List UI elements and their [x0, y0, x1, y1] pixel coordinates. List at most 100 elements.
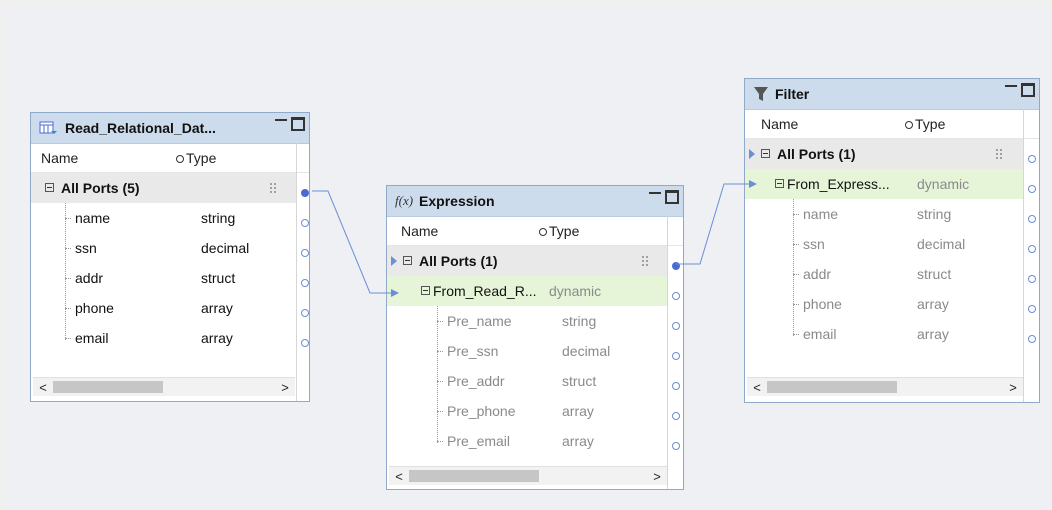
maximize-button[interactable]: [1021, 83, 1035, 97]
scroll-right-button[interactable]: >: [275, 380, 295, 395]
scroll-right-button[interactable]: >: [1003, 380, 1023, 395]
port-row[interactable]: phone array: [31, 293, 296, 323]
scroll-thumb[interactable]: [767, 381, 897, 393]
port-row[interactable]: ssn decimal: [31, 233, 296, 263]
port-name: Pre_addr: [447, 373, 505, 389]
minimize-button[interactable]: [649, 192, 661, 198]
port-row[interactable]: name string: [745, 199, 1023, 229]
port-dot[interactable]: [672, 382, 680, 390]
dynamic-port-row[interactable]: From_Express... dynamic: [745, 169, 1023, 199]
drag-handle-icon[interactable]: [641, 255, 649, 267]
port-dot[interactable]: [672, 352, 680, 360]
scroll-thumb[interactable]: [409, 470, 539, 482]
port-row[interactable]: Pre_email array: [387, 426, 667, 456]
all-ports-group[interactable]: All Ports (1): [387, 246, 667, 276]
horizontal-scrollbar[interactable]: < >: [747, 377, 1023, 396]
collapse-icon[interactable]: [761, 149, 770, 158]
function-icon: f(x): [395, 193, 414, 208]
port-row[interactable]: name string: [31, 203, 296, 233]
horizontal-scrollbar[interactable]: < >: [389, 466, 667, 485]
port-type: struct: [201, 270, 236, 286]
read-node-titlebar[interactable]: Read_Relational_Dat...: [31, 113, 309, 144]
drag-handle-icon[interactable]: [995, 148, 1003, 160]
port-dot[interactable]: [301, 249, 309, 257]
port-type: dynamic: [549, 283, 602, 299]
port-type: array: [201, 300, 233, 316]
port-name: addr: [803, 266, 832, 282]
filter-node[interactable]: Filter Name Type All Ports (1) From_Expr…: [744, 78, 1040, 403]
dynamic-port-row[interactable]: From_Read_R... dynamic: [387, 276, 667, 306]
port-row[interactable]: Pre_addr struct: [387, 366, 667, 396]
group-output-port[interactable]: [672, 262, 680, 270]
port-type: array: [917, 296, 949, 312]
port-row[interactable]: Pre_ssn decimal: [387, 336, 667, 366]
port-dot[interactable]: [1028, 245, 1036, 253]
port-dot[interactable]: [301, 219, 309, 227]
table-read-icon: [39, 120, 59, 136]
port-dot[interactable]: [672, 292, 680, 300]
port-row[interactable]: email array: [31, 323, 296, 353]
group-label: All Ports (5): [61, 180, 140, 196]
header-name[interactable]: Name: [401, 223, 438, 239]
header-type[interactable]: Type: [549, 223, 579, 239]
port-row[interactable]: phone array: [745, 289, 1023, 319]
sort-indicator-icon: [539, 228, 547, 236]
scroll-left-button[interactable]: <: [33, 380, 53, 395]
port-row[interactable]: email array: [745, 319, 1023, 349]
port-dot[interactable]: [1028, 275, 1036, 283]
expression-node-titlebar[interactable]: f(x) Expression: [387, 186, 683, 217]
maximize-button[interactable]: [291, 117, 305, 131]
scroll-right-button[interactable]: >: [647, 469, 667, 484]
minimize-button[interactable]: [1005, 85, 1017, 91]
port-dot[interactable]: [301, 339, 309, 347]
sort-indicator-icon: [905, 121, 913, 129]
header-type[interactable]: Type: [915, 116, 945, 132]
minimize-button[interactable]: [275, 119, 287, 125]
port-dot[interactable]: [672, 322, 680, 330]
expand-arrow-icon[interactable]: [749, 149, 755, 159]
header-name[interactable]: Name: [41, 150, 78, 166]
expression-node-title: Expression: [419, 193, 495, 209]
drag-handle-icon[interactable]: [269, 182, 277, 194]
read-relational-node[interactable]: Read_Relational_Dat... Name Type All Por…: [30, 112, 310, 402]
expression-node[interactable]: f(x) Expression Name Type All Ports (1) …: [386, 185, 684, 490]
port-row[interactable]: addr struct: [745, 259, 1023, 289]
expand-arrow-icon[interactable]: [391, 256, 397, 266]
port-dot[interactable]: [1028, 185, 1036, 193]
scroll-left-button[interactable]: <: [389, 469, 409, 484]
port-name: name: [75, 210, 111, 226]
header-name[interactable]: Name: [761, 116, 798, 132]
port-row[interactable]: addr struct: [31, 263, 296, 293]
all-ports-group[interactable]: All Ports (1): [745, 139, 1023, 169]
port-row[interactable]: ssn decimal: [745, 229, 1023, 259]
collapse-icon[interactable]: [775, 179, 784, 188]
horizontal-scrollbar[interactable]: < >: [33, 377, 295, 396]
collapse-icon[interactable]: [421, 286, 430, 295]
scroll-left-button[interactable]: <: [747, 380, 767, 395]
port-row[interactable]: Pre_name string: [387, 306, 667, 336]
port-type: decimal: [201, 240, 250, 256]
port-type: array: [562, 403, 594, 419]
collapse-icon[interactable]: [403, 256, 412, 265]
port-dot[interactable]: [301, 309, 309, 317]
group-output-port[interactable]: [301, 189, 309, 197]
port-dot[interactable]: [301, 279, 309, 287]
port-type: decimal: [562, 343, 611, 359]
group-label: All Ports (1): [419, 253, 498, 269]
port-dot[interactable]: [1028, 305, 1036, 313]
port-dot[interactable]: [1028, 215, 1036, 223]
port-name: name: [803, 206, 839, 222]
port-dot[interactable]: [1028, 335, 1036, 343]
scroll-thumb[interactable]: [53, 381, 163, 393]
collapse-icon[interactable]: [45, 183, 54, 192]
port-dot[interactable]: [672, 442, 680, 450]
port-row[interactable]: Pre_phone array: [387, 396, 667, 426]
port-dot[interactable]: [672, 412, 680, 420]
port-name: ssn: [803, 236, 825, 252]
port-type: struct: [917, 266, 952, 282]
header-type[interactable]: Type: [186, 150, 216, 166]
all-ports-group[interactable]: All Ports (5): [31, 173, 296, 203]
maximize-button[interactable]: [665, 190, 679, 204]
group-output-port[interactable]: [1028, 155, 1036, 163]
filter-node-titlebar[interactable]: Filter: [745, 79, 1039, 110]
